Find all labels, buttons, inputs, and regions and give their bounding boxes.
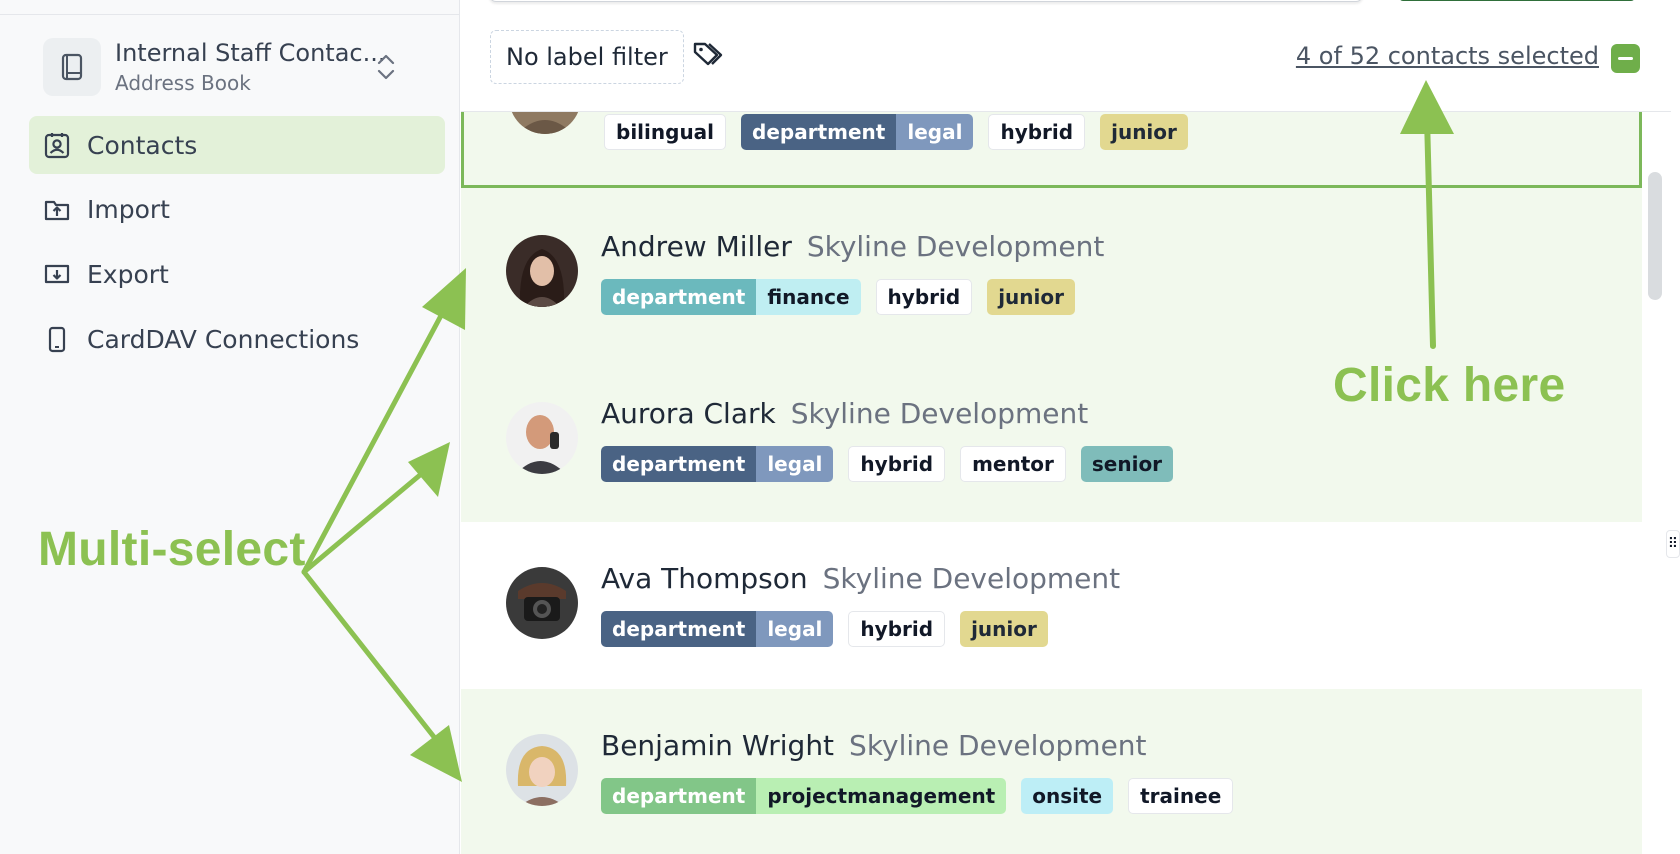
contact-row[interactable]: Benjamin Wright Skyline Development depa… [461,689,1642,854]
contacts-toolbar: No label filter 4 of 52 contacts selecte… [461,0,1671,112]
tag-department[interactable]: department finance [601,279,861,315]
tag-label[interactable]: junior [987,279,1075,315]
nav-label: Contacts [87,130,198,160]
avatar [506,734,578,806]
contact-name-line: Andrew Miller Skyline Development [601,230,1104,263]
tag-value: legal [896,114,974,150]
book-icon [43,38,101,96]
nav-label: Export [87,259,169,289]
address-book-subtitle: Address Book [115,71,251,95]
contact-tags: department legal hybrid junior [601,611,1063,647]
sidebar-divider [0,14,460,15]
tag-label[interactable]: bilingual [604,114,727,150]
annotation-multi-select: Multi-select [38,523,306,576]
tag-key: department [741,114,897,150]
tag-label[interactable]: senior [1080,446,1174,482]
minus-icon [1618,57,1633,60]
tag-label[interactable]: junior [960,611,1048,647]
contact-name: Aurora Clark [601,397,776,430]
tag-value: legal [756,446,834,482]
contact-row[interactable]: Andrew Miller Skyline Development depart… [461,188,1642,355]
contact-company: Skyline Development [790,397,1089,430]
tag-label[interactable]: hybrid [848,446,946,482]
tag-key: department [601,778,757,814]
tag-department[interactable]: department projectmanagement [601,778,1007,814]
contact-card-icon [42,130,72,160]
phone-icon [42,324,72,354]
nav-label: Import [87,194,170,224]
resize-handle[interactable]: ⠿ [1666,530,1680,558]
avatar [506,235,578,307]
contact-name: Benjamin Wright [601,729,835,762]
contact-tags: bilingual department legal hybrid junior [604,114,1203,150]
tag-department[interactable]: department legal [741,114,974,150]
contact-company: Skyline Development [849,729,1147,762]
nav-label: CardDAV Connections [87,324,360,354]
tag-value: legal [756,611,834,647]
search-input[interactable] [489,0,1363,2]
address-book-switcher[interactable]: Internal Staff Contac... Address Book [43,36,445,98]
contact-name-line: Benjamin Wright Skyline Development [601,729,1147,762]
new-contact-button[interactable] [1399,0,1635,1]
tag-label[interactable]: junior [1100,114,1188,150]
folder-import-icon [42,194,72,224]
tag-label[interactable]: onsite [1021,778,1114,814]
contact-row[interactable]: bilingual department legal hybrid junior [461,62,1642,188]
nav-item-import[interactable]: Import [29,180,445,238]
tag-value: projectmanagement [756,778,1007,814]
contact-tags: department legal hybrid mentor senior [601,446,1188,482]
scrollbar[interactable] [1648,172,1662,300]
tag-department[interactable]: department legal [601,446,834,482]
nav-item-export[interactable]: Export [29,245,445,303]
contact-row[interactable]: Ava Thompson Skyline Development departm… [461,522,1642,689]
sidebar: Internal Staff Contac... Address Book Co… [0,0,460,854]
nav-item-carddav-connections[interactable]: CardDAV Connections [29,310,445,368]
contact-tags: department finance hybrid junior [601,279,1090,315]
contact-company: Skyline Development [822,562,1121,595]
selected-count-link[interactable]: 4 of 52 contacts selected [1296,42,1599,70]
contact-name: Andrew Miller [601,230,792,263]
folder-export-icon [42,259,72,289]
tag-label[interactable]: hybrid [875,279,973,315]
nav-item-contacts[interactable]: Contacts [29,116,445,174]
tag-key: department [601,279,757,315]
tag-label[interactable]: hybrid [988,114,1086,150]
contact-name-line: Aurora Clark Skyline Development [601,397,1088,430]
contacts-list-panel: bilingual department legal hybrid junior … [461,0,1680,854]
address-book-title: Internal Staff Contac... [115,39,386,67]
tag-label[interactable]: mentor [960,446,1066,482]
avatar [506,567,578,639]
annotation-click-here: Click here [1333,359,1566,412]
chevron-up-down-icon[interactable] [375,52,397,86]
contact-company: Skyline Development [806,230,1105,263]
tags-icon[interactable] [691,40,723,72]
contact-name: Ava Thompson [601,562,808,595]
label-filter-button[interactable]: No label filter [490,30,684,84]
avatar [506,402,578,474]
contact-tags: department projectmanagement onsite train… [601,778,1248,814]
tag-key: department [601,611,757,647]
tag-key: department [601,446,757,482]
tag-label[interactable]: trainee [1128,778,1234,814]
tag-value: finance [756,279,861,315]
tag-label[interactable]: hybrid [848,611,946,647]
tag-department[interactable]: department legal [601,611,834,647]
select-all-checkbox[interactable] [1611,44,1640,73]
contact-name-line: Ava Thompson Skyline Development [601,562,1120,595]
